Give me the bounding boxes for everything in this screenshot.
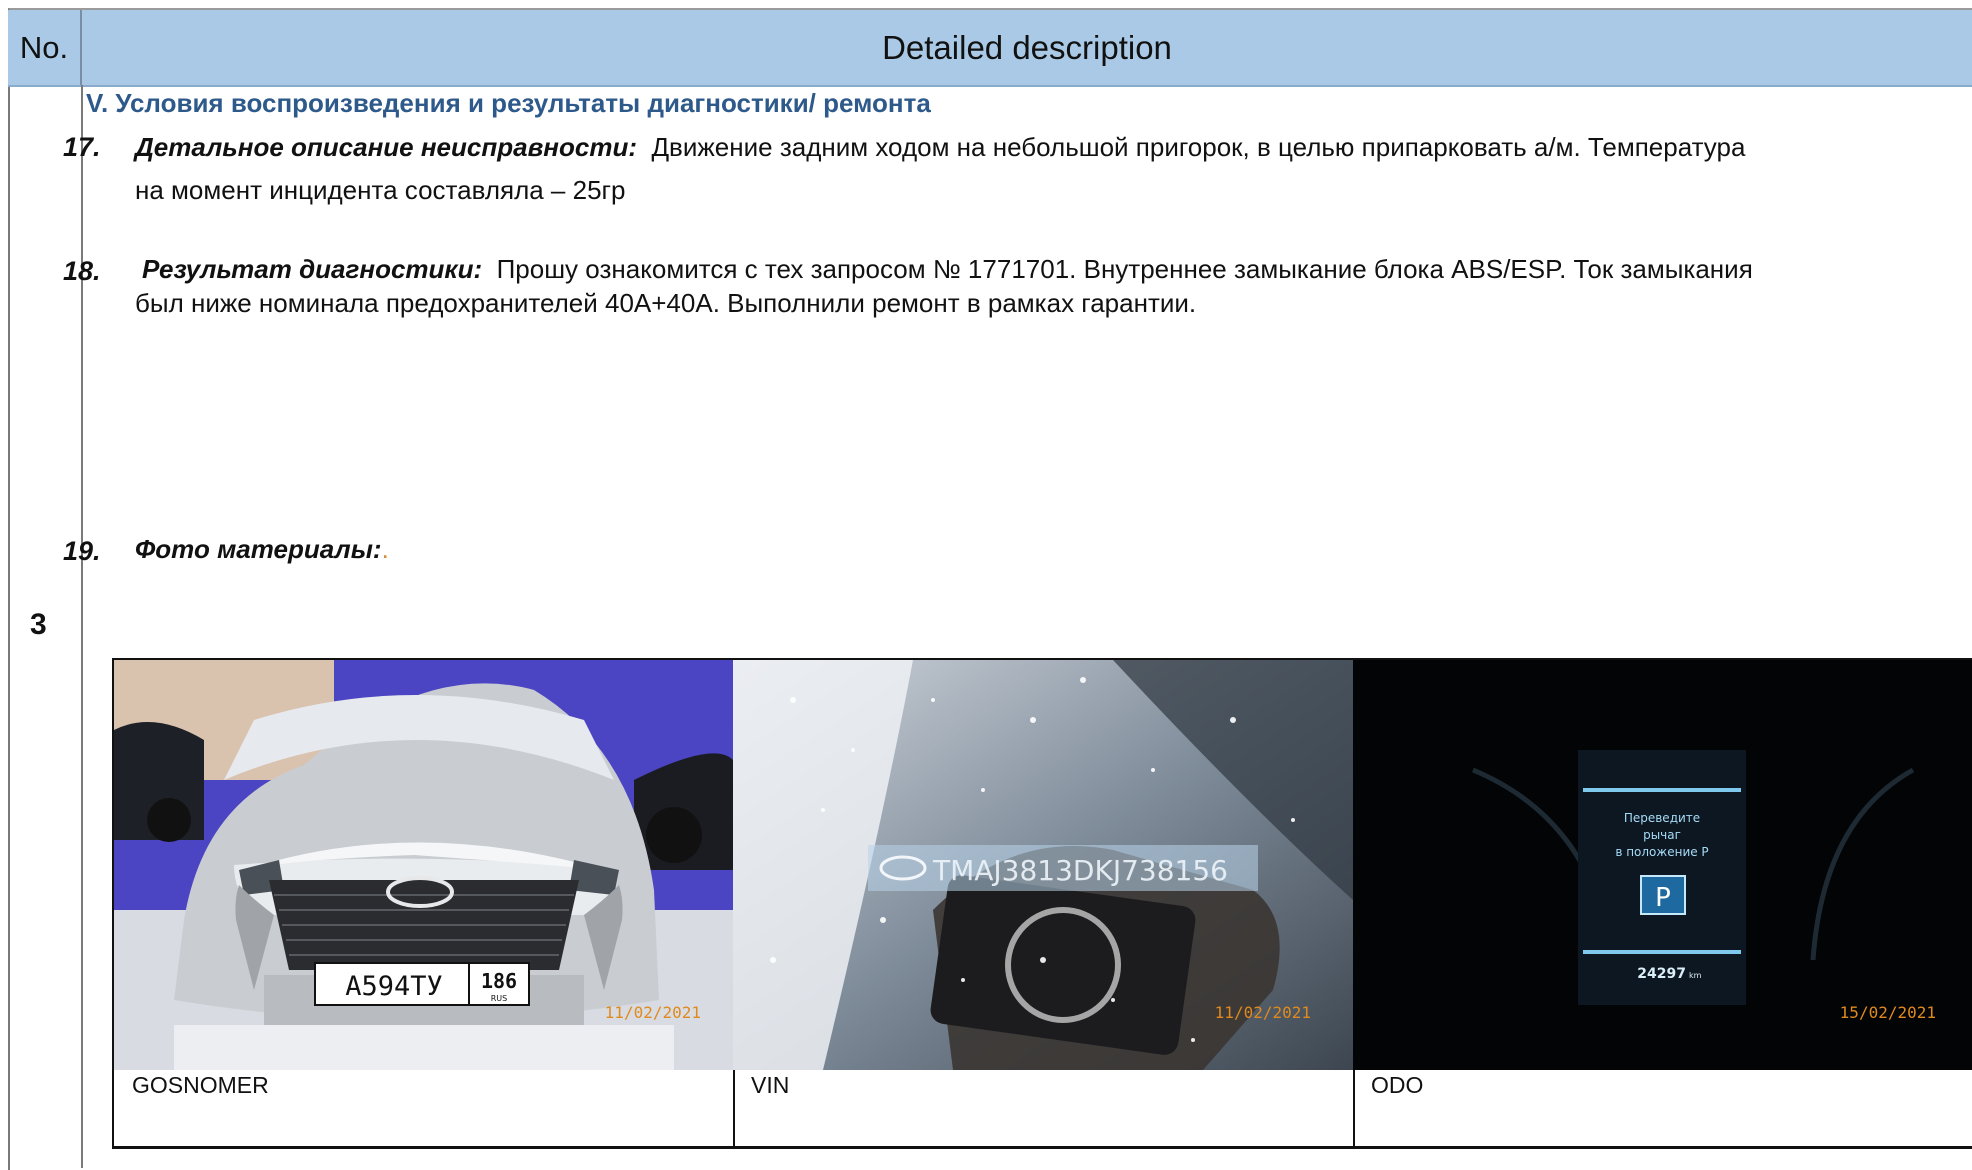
column-divider	[81, 85, 83, 1168]
item-17-line1: Детальное описание неисправности: Движен…	[135, 126, 1745, 169]
item-17-text1: Движение задним ходом на небольшой приго…	[651, 132, 1746, 162]
photo-table: А594ТУ 186 RUS 11/02/2021 GOSNOMER TMAJ3…	[112, 658, 1972, 1149]
date-stamp-2: 11/02/2021	[1215, 1003, 1311, 1022]
plate-main: А594ТУ	[345, 971, 443, 1002]
item-19-label: Фото материалы:	[135, 534, 382, 564]
date-stamp-3: 15/02/2021	[1840, 1003, 1936, 1022]
item-19-dot: .	[381, 534, 389, 564]
item-number-17: 17.	[63, 132, 101, 162]
row-number: 3	[30, 608, 47, 641]
gear-indicator: P	[1655, 883, 1671, 913]
header-title: Detailed description	[882, 28, 1172, 66]
photo-vin: TMAJ3813DKJ738156 11/02/2021	[733, 660, 1353, 1070]
item-19-line: Фото материалы:.	[135, 528, 389, 571]
item-number-19: 19.	[63, 536, 101, 566]
header-no: No.	[8, 10, 82, 85]
caption-vin: VIN	[751, 1072, 790, 1098]
photo-car-front: А594ТУ 186 RUS 11/02/2021	[114, 660, 733, 1070]
screen-line2: рычаг	[1643, 828, 1681, 842]
plate-country: RUS	[491, 994, 508, 1003]
item-17-text2: на момент инцидента составляла – 25гр	[135, 175, 626, 205]
photo-cell-odo: Переведите рычаг в положение Р P 24297 k…	[1353, 660, 1972, 1146]
item-18-text2: был ниже номинала предохранителей 40А+40…	[135, 288, 1197, 318]
caption-odo: ODO	[1371, 1072, 1424, 1098]
table-header: No. Detailed description	[8, 10, 1972, 87]
photo-cell-vin: TMAJ3813DKJ738156 11/02/2021 VIN	[733, 660, 1355, 1146]
item-number-18: 18.	[63, 256, 101, 286]
date-stamp-1: 11/02/2021	[605, 1003, 701, 1022]
item-18-text1: Прошу ознакомится с тех запросом № 17717…	[496, 254, 1753, 284]
item-17-label: Детальное описание неисправности:	[135, 132, 637, 162]
photo-cell-gosnomer: А594ТУ 186 RUS 11/02/2021 GOSNOMER	[114, 660, 735, 1146]
screen-line1: Переведите	[1624, 811, 1700, 825]
item-18-label: Результат диагностики:	[142, 254, 483, 284]
section-title: V. Условия воспроизведения и результаты …	[86, 88, 931, 118]
odometer-unit: km	[1689, 971, 1702, 980]
screen-line3: в положение Р	[1615, 845, 1708, 859]
vin-text: TMAJ3813DKJ738156	[932, 854, 1228, 887]
odometer-value: 24297	[1637, 966, 1686, 982]
plate-region: 186	[481, 969, 517, 993]
caption-gosnomer: GOSNOMER	[132, 1072, 269, 1098]
photo-odometer: Переведите рычаг в положение Р P 24297 k…	[1353, 660, 1972, 1070]
